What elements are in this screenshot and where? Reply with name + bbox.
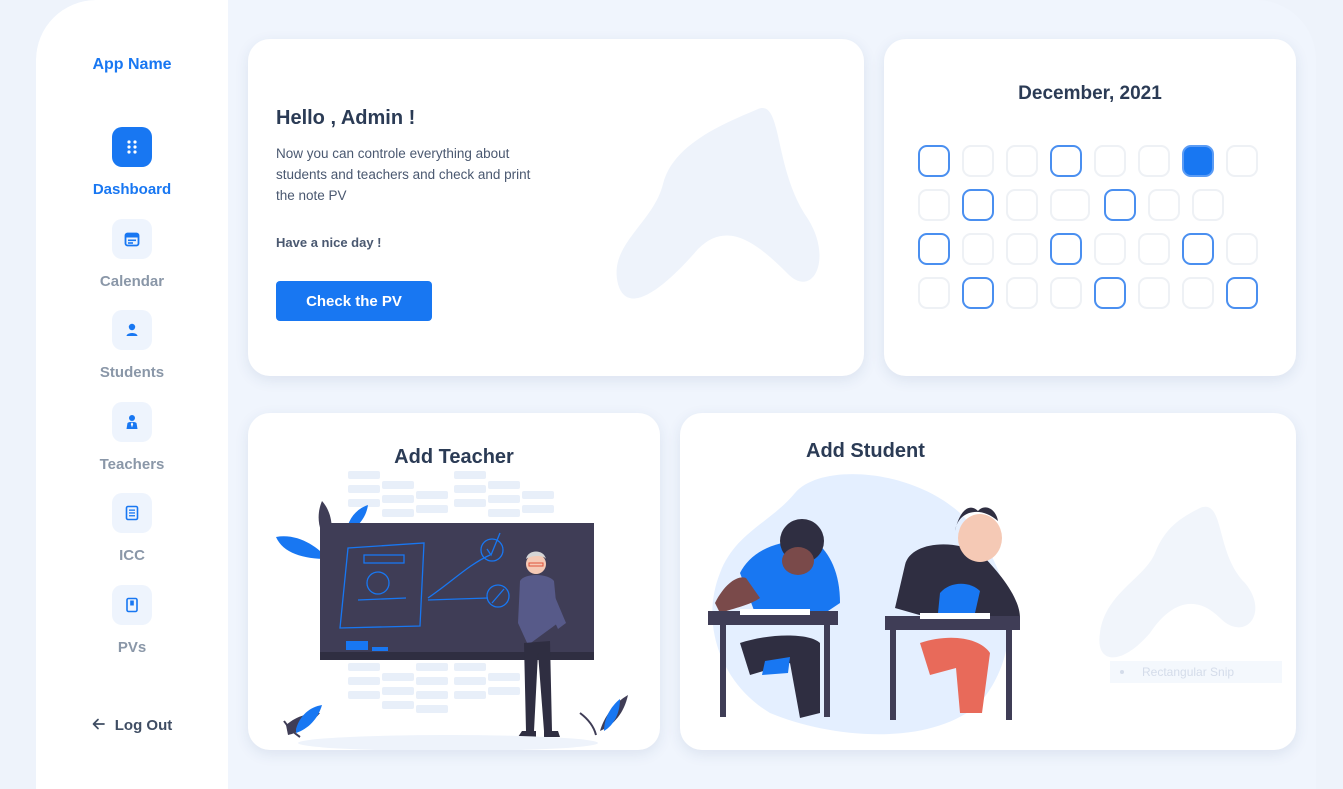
calendar-day[interactable] xyxy=(918,189,950,221)
welcome-card: Hello , Admin ! Now you can controle eve… xyxy=(248,39,864,376)
calendar-day[interactable] xyxy=(1094,145,1126,177)
teacher-illustration xyxy=(276,471,628,750)
calendar-day[interactable] xyxy=(1050,145,1082,177)
calendar-day[interactable] xyxy=(1006,233,1038,265)
calendar-day[interactable] xyxy=(1226,145,1258,177)
calendar-icon xyxy=(112,219,152,259)
calendar-day[interactable] xyxy=(1006,189,1038,221)
calendar-day[interactable] xyxy=(918,277,950,309)
book-icon xyxy=(112,585,152,625)
calendar-day[interactable] xyxy=(1050,189,1090,221)
calendar-day[interactable] xyxy=(962,233,994,265)
student-icon xyxy=(112,310,152,350)
sidebar-item-dashboard[interactable]: Dashboard xyxy=(36,127,228,198)
calendar-day[interactable] xyxy=(962,189,994,221)
calendar-day[interactable] xyxy=(1006,145,1038,177)
calendar-title: December, 2021 xyxy=(1018,83,1162,104)
check-pv-button[interactable]: Check the PV xyxy=(276,281,432,321)
calendar-day[interactable] xyxy=(1192,189,1224,221)
sidebar-item-students[interactable]: Students xyxy=(36,310,228,381)
students-illustration: Rectangular Snip xyxy=(708,474,1282,735)
calendar-day[interactable] xyxy=(1094,233,1126,265)
document-icon xyxy=(112,493,152,533)
sidebar-item-label: Students xyxy=(99,364,165,381)
calendar-day[interactable] xyxy=(918,145,950,177)
calendar-day[interactable] xyxy=(1182,233,1214,265)
calendar-day[interactable] xyxy=(1094,277,1126,309)
calendar-day[interactable] xyxy=(962,277,994,309)
add-teacher-card[interactable]: Add Teacher xyxy=(248,413,660,750)
welcome-greeting: Have a nice day ! xyxy=(276,235,382,250)
sidebar-item-label: PVs xyxy=(117,639,147,656)
sidebar-item-icc[interactable]: ICC xyxy=(36,493,228,564)
calendar-day[interactable] xyxy=(1138,145,1170,177)
app-frame: App Name Dashboard Calendar Students Tea… xyxy=(36,0,1316,789)
arrow-left-icon xyxy=(92,717,105,734)
sidebar-item-label: Calendar xyxy=(99,273,165,290)
calendar-day[interactable] xyxy=(1182,145,1214,177)
calendar-day[interactable] xyxy=(918,233,950,265)
calendar-day[interactable] xyxy=(962,145,994,177)
app-name: App Name xyxy=(92,56,172,73)
sidebar-item-label: Dashboard xyxy=(92,181,172,198)
grid-dots-icon xyxy=(112,127,152,167)
sidebar-item-calendar[interactable]: Calendar xyxy=(36,219,228,290)
sidebar-item-label: ICC xyxy=(119,547,145,564)
calendar-day[interactable] xyxy=(1050,277,1082,309)
calendar-card: December, 2021 xyxy=(884,39,1296,376)
welcome-title: Hello , Admin ! xyxy=(276,107,416,129)
rectangular-snip-label: Rectangular Snip xyxy=(1142,665,1234,679)
calendar-day[interactable] xyxy=(1226,233,1258,265)
calendar-day[interactable] xyxy=(1138,277,1170,309)
calendar-day[interactable] xyxy=(1006,277,1038,309)
sidebar-item-label: Teachers xyxy=(99,456,165,473)
calendar-day[interactable] xyxy=(1050,233,1082,265)
calendar-day[interactable] xyxy=(1138,233,1170,265)
logout-label: Log Out xyxy=(114,717,173,734)
decorative-blob xyxy=(616,108,820,299)
sidebar: App Name Dashboard Calendar Students Tea… xyxy=(36,0,228,789)
teacher-icon xyxy=(112,402,152,442)
calendar-day[interactable] xyxy=(1148,189,1180,221)
sidebar-item-teachers[interactable]: Teachers xyxy=(36,402,228,473)
calendar-day[interactable] xyxy=(1182,277,1214,309)
sidebar-item-pvs[interactable]: PVs xyxy=(36,585,228,656)
welcome-text: Now you can controle everything about st… xyxy=(276,146,531,203)
add-student-card[interactable]: Add Student Rectangular Snip xyxy=(680,413,1296,750)
calendar-day[interactable] xyxy=(1226,277,1258,309)
calendar-day[interactable] xyxy=(1104,189,1136,221)
logout-button[interactable]: Log Out xyxy=(36,717,228,734)
